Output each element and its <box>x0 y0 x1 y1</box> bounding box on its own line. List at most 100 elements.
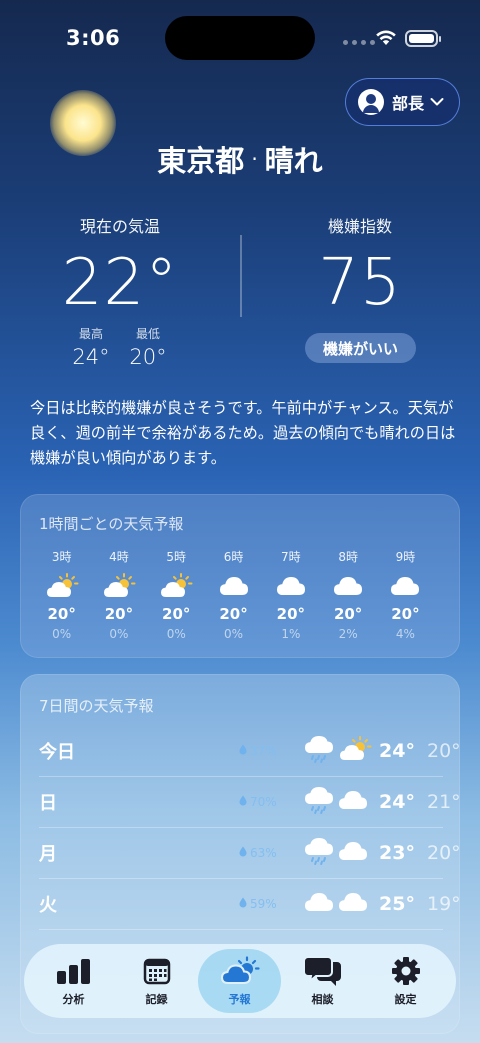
hour-time: 7時 <box>281 550 301 564</box>
hour-item: 9時 20° 4% <box>377 548 434 641</box>
partly-sunny-icon <box>220 955 260 986</box>
day-high: 24° <box>379 791 415 813</box>
hourly-forecast-title: 1時間ごとの天気予報 <box>39 515 184 533</box>
location-city: 東京都 <box>157 144 245 178</box>
cloud-icon <box>338 789 368 815</box>
hour-temp: 20° <box>276 605 306 623</box>
day-row[interactable]: 今日 37% 24° 20° <box>39 726 461 777</box>
hour-precip: 0% <box>109 627 129 641</box>
low-temp-label: 最低 <box>135 327 160 341</box>
day-row[interactable]: 月 63% 23° 20° <box>39 828 461 879</box>
cloud-icon <box>377 571 434 601</box>
day-row[interactable]: 日 70% 24° 21° <box>39 777 461 828</box>
profile-selector-button[interactable]: 部長 <box>345 78 460 126</box>
rain-cloud-icon <box>304 786 334 818</box>
hour-temp: 20° <box>162 605 191 623</box>
low-temp-block: 最低 20° <box>123 325 173 369</box>
hour-precip: 0% <box>166 627 186 641</box>
partly-sunny-icon <box>338 736 372 766</box>
hour-time: 4時 <box>109 550 129 564</box>
hour-time: 9時 <box>395 550 416 564</box>
dynamic-island <box>165 16 315 60</box>
hour-precip: 2% <box>338 627 358 641</box>
day-low: 20° <box>427 740 461 762</box>
mood-index-label: 機嫌指数 <box>327 217 392 236</box>
high-temp: 24° <box>72 345 110 369</box>
cloud-icon <box>319 571 376 601</box>
mood-index-value: 75 <box>318 246 402 320</box>
cloud-icon <box>338 840 368 866</box>
day-low: 20° <box>427 842 461 864</box>
weekly-forecast-title: 7日間の天気予報 <box>39 697 154 715</box>
partly-sunny-icon <box>33 571 90 601</box>
hour-item: 5時 20° 0% <box>148 548 205 641</box>
day-precip: 59% <box>239 897 277 911</box>
forecast-summary: 今日は比較的機嫌が良さそうです。午前中がチャンス。天気が良く、週の前半で余裕があ… <box>30 399 456 467</box>
day-icons <box>304 786 368 818</box>
tab-label: 予報 <box>228 992 251 1006</box>
day-high: 23° <box>379 842 415 864</box>
gear-icon <box>391 956 421 986</box>
hour-temp: 20° <box>391 605 420 623</box>
raindrop-icon <box>239 897 247 911</box>
bar-chart-icon <box>56 956 92 986</box>
hour-temp: 20° <box>333 605 363 623</box>
battery-icon <box>405 30 441 47</box>
mood-status-badge: 機嫌がいい <box>305 333 416 363</box>
rain-cloud-icon <box>304 735 334 767</box>
tab-consult[interactable]: 相談 <box>281 949 364 1013</box>
tab-label: 分析 <box>62 992 85 1006</box>
day-precip: 70% <box>239 795 277 809</box>
tab-analysis[interactable]: 分析 <box>32 949 115 1013</box>
hour-time: 6時 <box>223 550 244 564</box>
hour-item: 8時 20° 2% <box>319 548 376 641</box>
cloud-icon <box>262 571 319 601</box>
day-precip: 63% <box>239 846 277 860</box>
hour-item: 4時 20° 0% <box>90 548 147 641</box>
hour-time: 3時 <box>51 550 72 564</box>
day-low: 19° <box>427 893 461 915</box>
profile-label: 部長 <box>392 94 425 113</box>
person-icon <box>358 89 384 115</box>
hour-temp: 20° <box>219 605 248 623</box>
day-label: 今日 <box>39 742 75 763</box>
high-temp-block: 最高 24° <box>66 325 116 369</box>
chevron-down-icon <box>430 98 444 106</box>
cloud-icon <box>205 571 262 601</box>
cloud-icon <box>338 891 368 917</box>
metrics-divider <box>240 235 242 317</box>
day-icons <box>304 837 368 869</box>
wifi-icon <box>375 28 397 50</box>
location-condition: 晴れ <box>264 144 323 178</box>
hour-time: 8時 <box>338 550 358 564</box>
weekly-forecast-list[interactable]: 今日 37% 24° 20° 日 70% 24° 21° 月 63% 23° 2… <box>39 726 461 930</box>
high-temp-label: 最高 <box>78 327 103 341</box>
calendar-icon <box>143 956 171 986</box>
tab-bar: 分析 記録 予報 相談 設定 <box>24 944 456 1018</box>
day-label: 日 <box>39 793 57 814</box>
raindrop-icon <box>239 846 247 860</box>
hour-precip: 4% <box>395 627 415 641</box>
hourly-forecast-list[interactable]: 3時 20° 0% 4時 20° 0% 5時 20° 0% 6時 20° 0% … <box>21 548 461 641</box>
status-bar: 3:06 <box>0 0 480 80</box>
hourly-forecast-card[interactable]: 1時間ごとの天気予報 3時 20° 0% 4時 20° 0% 5時 20° 0%… <box>20 494 460 658</box>
tab-forecast[interactable]: 予報 <box>198 949 281 1013</box>
low-temp: 20° <box>129 345 167 369</box>
hour-precip: 0% <box>224 627 244 641</box>
hour-precip: 1% <box>281 627 301 641</box>
day-high: 24° <box>379 740 415 762</box>
cellular-signal-icon <box>343 40 375 45</box>
location-separator: · <box>251 147 258 171</box>
hour-temp: 20° <box>104 605 134 623</box>
day-icons <box>304 891 368 917</box>
tab-records[interactable]: 記録 <box>115 949 198 1013</box>
current-temp-label: 現在の気温 <box>79 217 160 236</box>
hour-item: 7時 20° 1% <box>262 548 319 641</box>
hour-precip: 0% <box>52 627 72 641</box>
partly-sunny-icon <box>148 571 205 601</box>
cloud-icon <box>304 891 334 917</box>
partly-sunny-icon <box>90 571 147 601</box>
day-icons <box>304 735 372 767</box>
tab-settings[interactable]: 設定 <box>364 949 447 1013</box>
day-row[interactable]: 火 59% 25° 19° <box>39 879 461 930</box>
